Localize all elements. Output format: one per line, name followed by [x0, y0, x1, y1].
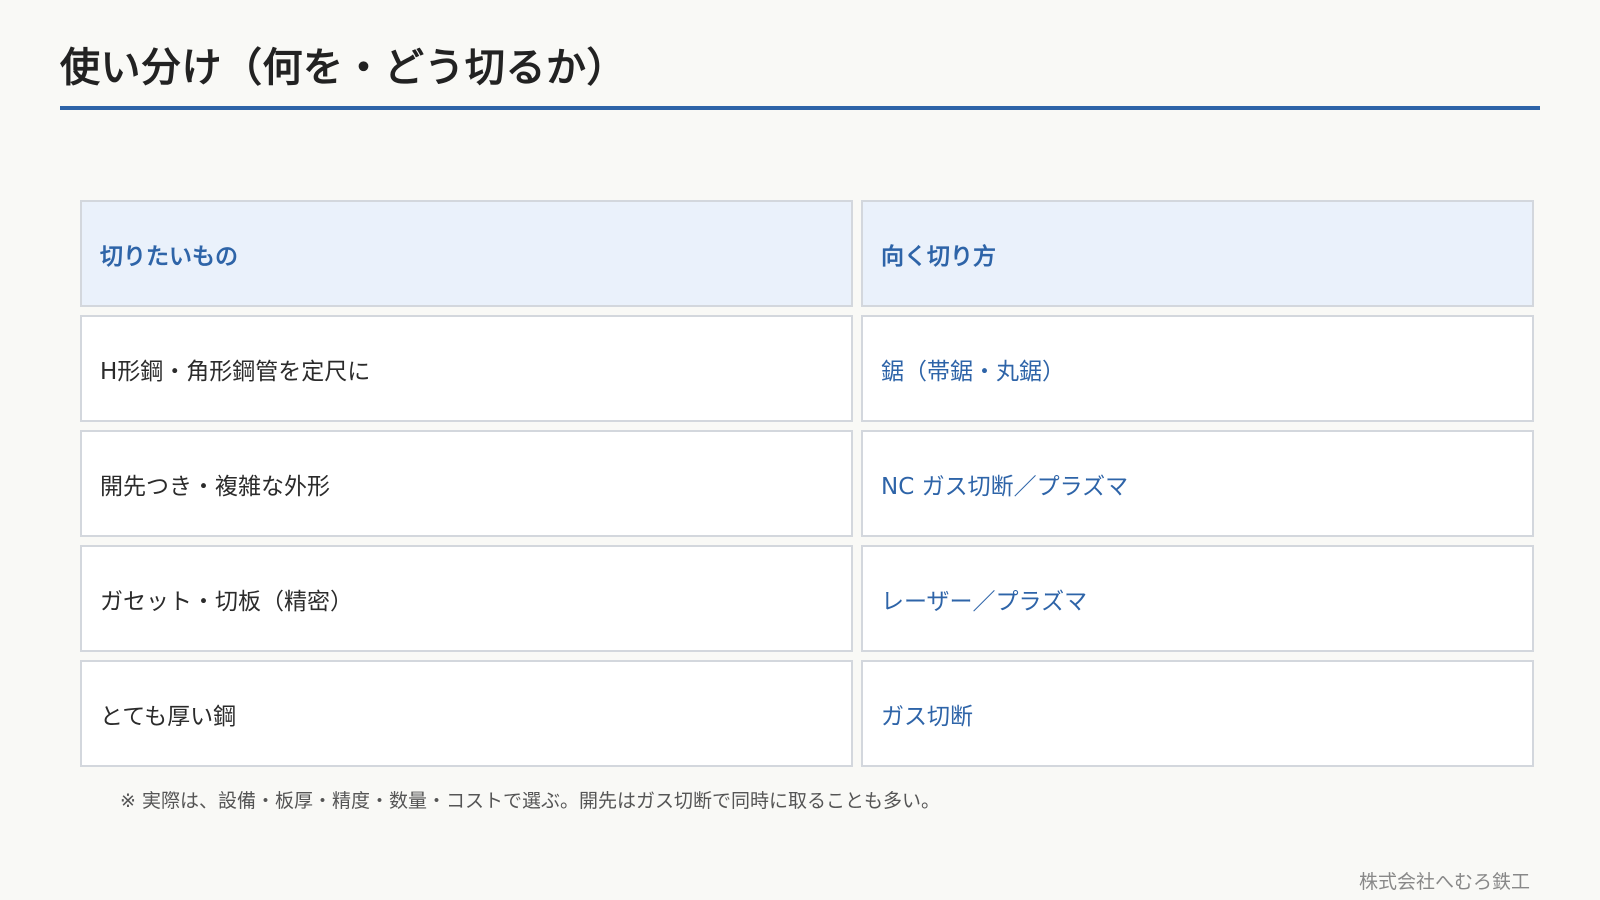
table-row: 開先つき・複雑な外形 NC ガス切断／プラズマ: [80, 430, 1534, 537]
target-cell: 開先つき・複雑な外形: [80, 430, 853, 537]
header-cell-target: 切りたいもの: [80, 200, 853, 307]
table-row: とても厚い鋼 ガス切断: [80, 660, 1534, 767]
method-cell: NC ガス切断／プラズマ: [861, 430, 1534, 537]
title-underline: [60, 106, 1540, 110]
table-row: H形鋼・角形鋼管を定尺に 鋸（帯鋸・丸鋸）: [80, 315, 1534, 422]
target-cell: とても厚い鋼: [80, 660, 853, 767]
target-cell: ガセット・切板（精密）: [80, 545, 853, 652]
table-row: ガセット・切板（精密） レーザー／プラズマ: [80, 545, 1534, 652]
target-cell: H形鋼・角形鋼管を定尺に: [80, 315, 853, 422]
footnote: ※ 実際は、設備・板厚・精度・数量・コストで選ぶ。開先はガス切断で同時に取ること…: [120, 790, 940, 812]
page-title: 使い分け（何を・どう切るか）: [60, 45, 627, 91]
method-cell: レーザー／プラズマ: [861, 545, 1534, 652]
table-header-row: 切りたいもの 向く切り方: [80, 200, 1534, 307]
header-cell-method: 向く切り方: [861, 200, 1534, 307]
company-name: 株式会社へむろ鉄工: [1358, 871, 1530, 893]
method-cell: 鋸（帯鋸・丸鋸）: [861, 315, 1534, 422]
usage-table: 切りたいもの 向く切り方 H形鋼・角形鋼管を定尺に 鋸（帯鋸・丸鋸） 開先つき・…: [80, 200, 1534, 775]
method-cell: ガス切断: [861, 660, 1534, 767]
